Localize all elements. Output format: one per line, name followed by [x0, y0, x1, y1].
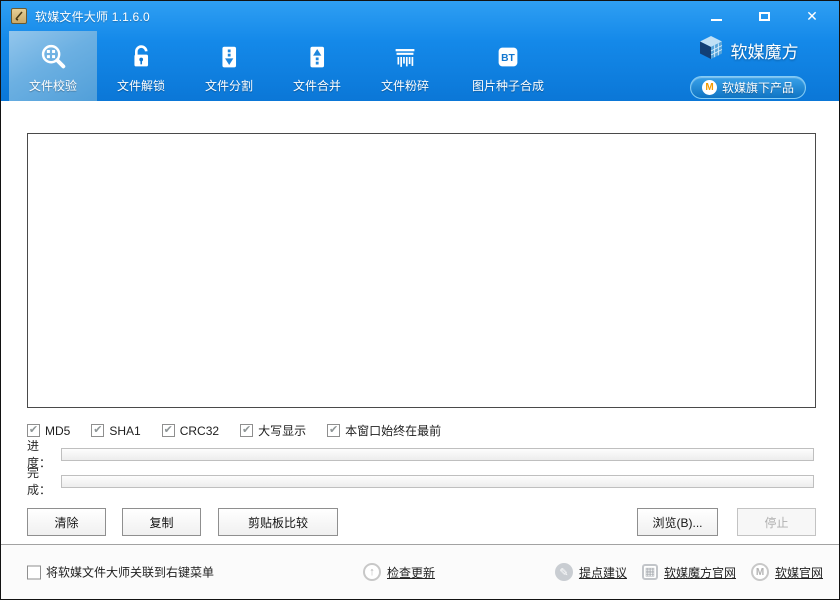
- tab-file-merge[interactable]: 文件合并: [273, 31, 361, 101]
- close-button[interactable]: ✕: [801, 7, 823, 25]
- tab-label: 文件合并: [293, 77, 341, 94]
- footer-bar: 将软媒文件大师关联到右键菜单 ↑ 检查更新 ✎ 提点建议 ▦ 软媒魔方官网 M …: [1, 544, 839, 599]
- uppercase-checkbox-label: 大写显示: [258, 422, 306, 439]
- crc32-checkbox[interactable]: CRC32: [162, 424, 219, 438]
- maximize-icon: [759, 12, 770, 21]
- stop-button[interactable]: 停止: [737, 508, 816, 536]
- tab-file-unlock[interactable]: 文件解锁: [97, 31, 185, 101]
- footer-links: ✎ 提点建议 ▦ 软媒魔方官网 M 软媒官网: [555, 563, 823, 581]
- md5-checkbox-box: [27, 424, 40, 437]
- mofang-site-link[interactable]: ▦ 软媒魔方官网: [642, 564, 736, 581]
- file-split-icon: [214, 40, 244, 74]
- suggestion-label: 提点建议: [579, 564, 627, 581]
- tab-label: 文件校验: [29, 77, 77, 94]
- check-update-link[interactable]: ↑ 检查更新: [363, 563, 435, 581]
- minimize-button[interactable]: [705, 7, 727, 25]
- file-merge-icon: [302, 40, 332, 74]
- brand-logo-row: 软媒魔方: [673, 35, 823, 66]
- complete-label: 完成：: [27, 464, 61, 498]
- uppercase-checkbox[interactable]: 大写显示: [240, 422, 306, 439]
- always-on-top-checkbox-label: 本窗口始终在最前: [345, 422, 441, 439]
- toolbar-tabs: 文件校验 文件解锁: [9, 31, 567, 101]
- app-icon: [11, 8, 27, 24]
- complete-bar: [61, 475, 814, 488]
- tab-label: 图片种子合成: [472, 77, 544, 94]
- mofang-site-label: 软媒魔方官网: [664, 564, 736, 581]
- brand-area: 软媒魔方 M 软媒旗下产品: [673, 31, 823, 101]
- crc32-checkbox-label: CRC32: [180, 424, 219, 438]
- product-family-button[interactable]: M 软媒旗下产品: [690, 76, 806, 99]
- browse-button[interactable]: 浏览(B)...: [637, 508, 718, 536]
- uppercase-checkbox-box: [240, 424, 253, 437]
- progress-bar: [61, 448, 814, 461]
- window-controls: ✕: [705, 7, 829, 25]
- sha1-checkbox[interactable]: SHA1: [91, 424, 140, 438]
- always-on-top-checkbox-box: [327, 424, 340, 437]
- md5-checkbox-label: MD5: [45, 424, 70, 438]
- tab-file-split[interactable]: 文件分割: [185, 31, 273, 101]
- grid-icon: ▦: [642, 564, 658, 580]
- update-arrow-icon: ↑: [363, 563, 381, 581]
- maximize-button[interactable]: [753, 7, 775, 25]
- product-button-label: 软媒旗下产品: [722, 79, 794, 96]
- sha1-checkbox-label: SHA1: [109, 424, 140, 438]
- context-menu-associate-box: [27, 565, 41, 579]
- tab-file-shred[interactable]: 文件粉碎: [361, 31, 449, 101]
- ruanmei-site-link[interactable]: M 软媒官网: [751, 563, 823, 581]
- md5-checkbox[interactable]: MD5: [27, 424, 70, 438]
- tab-image-seed[interactable]: BT 图片种子合成: [449, 31, 567, 101]
- tab-label: 文件解锁: [117, 77, 165, 94]
- header: 软媒文件大师 1.1.6.0 ✕: [1, 1, 839, 101]
- clear-button[interactable]: 清除: [27, 508, 106, 536]
- context-menu-associate-label: 将软媒文件大师关联到右键菜单: [46, 564, 214, 581]
- m-badge-icon: M: [702, 80, 717, 95]
- copy-button[interactable]: 复制: [122, 508, 201, 536]
- hash-output-area[interactable]: [27, 133, 816, 408]
- app-window: 软媒文件大师 1.1.6.0 ✕: [0, 0, 840, 600]
- minimize-icon: [711, 19, 722, 21]
- brand-name: 软媒魔方: [731, 38, 799, 63]
- m-icon: M: [751, 563, 769, 581]
- titlebar: 软媒文件大师 1.1.6.0 ✕: [1, 1, 839, 31]
- unlock-icon: [126, 40, 156, 74]
- ruanmei-site-label: 软媒官网: [775, 564, 823, 581]
- cube-logo-icon: [698, 35, 724, 66]
- complete-row: 完成：: [27, 474, 814, 488]
- check-update-label: 检查更新: [387, 564, 435, 581]
- tab-label: 文件分割: [205, 77, 253, 94]
- tab-file-verify[interactable]: 文件校验: [9, 31, 97, 101]
- close-icon: ✕: [806, 9, 818, 23]
- sha1-checkbox-box: [91, 424, 104, 437]
- clipboard-compare-button[interactable]: 剪贴板比较: [218, 508, 338, 536]
- svg-text:BT: BT: [501, 53, 515, 64]
- pencil-icon: ✎: [555, 563, 573, 581]
- main-content: MD5 SHA1 CRC32 大写显示 本窗口始终在最前 进度：: [1, 101, 839, 544]
- suggestion-link[interactable]: ✎ 提点建议: [555, 563, 627, 581]
- bt-icon: BT: [493, 40, 523, 74]
- context-menu-associate-checkbox[interactable]: 将软媒文件大师关联到右键菜单: [27, 564, 214, 581]
- hash-options-row: MD5 SHA1 CRC32 大写显示 本窗口始终在最前: [27, 422, 441, 439]
- magnifier-grid-icon: [38, 40, 68, 74]
- window-title: 软媒文件大师 1.1.6.0: [35, 8, 150, 25]
- crc32-checkbox-box: [162, 424, 175, 437]
- always-on-top-checkbox[interactable]: 本窗口始终在最前: [327, 422, 441, 439]
- progress-row: 进度：: [27, 447, 814, 461]
- tab-label: 文件粉碎: [381, 77, 429, 94]
- shredder-icon: [389, 40, 421, 74]
